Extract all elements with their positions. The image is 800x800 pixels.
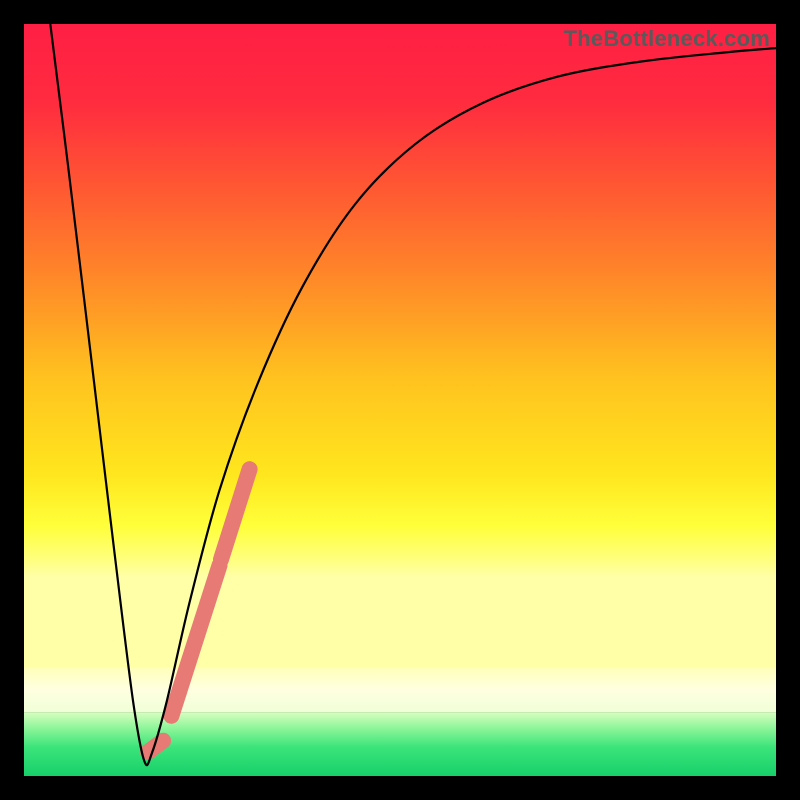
- bottleneck-curve: [50, 24, 776, 765]
- watermark-text: TheBottleneck.com: [564, 26, 770, 52]
- chart-svg: [24, 24, 776, 776]
- plot-area: TheBottleneck.com: [24, 24, 776, 776]
- chart-frame: TheBottleneck.com: [0, 0, 800, 800]
- highlight-segment: [148, 469, 250, 752]
